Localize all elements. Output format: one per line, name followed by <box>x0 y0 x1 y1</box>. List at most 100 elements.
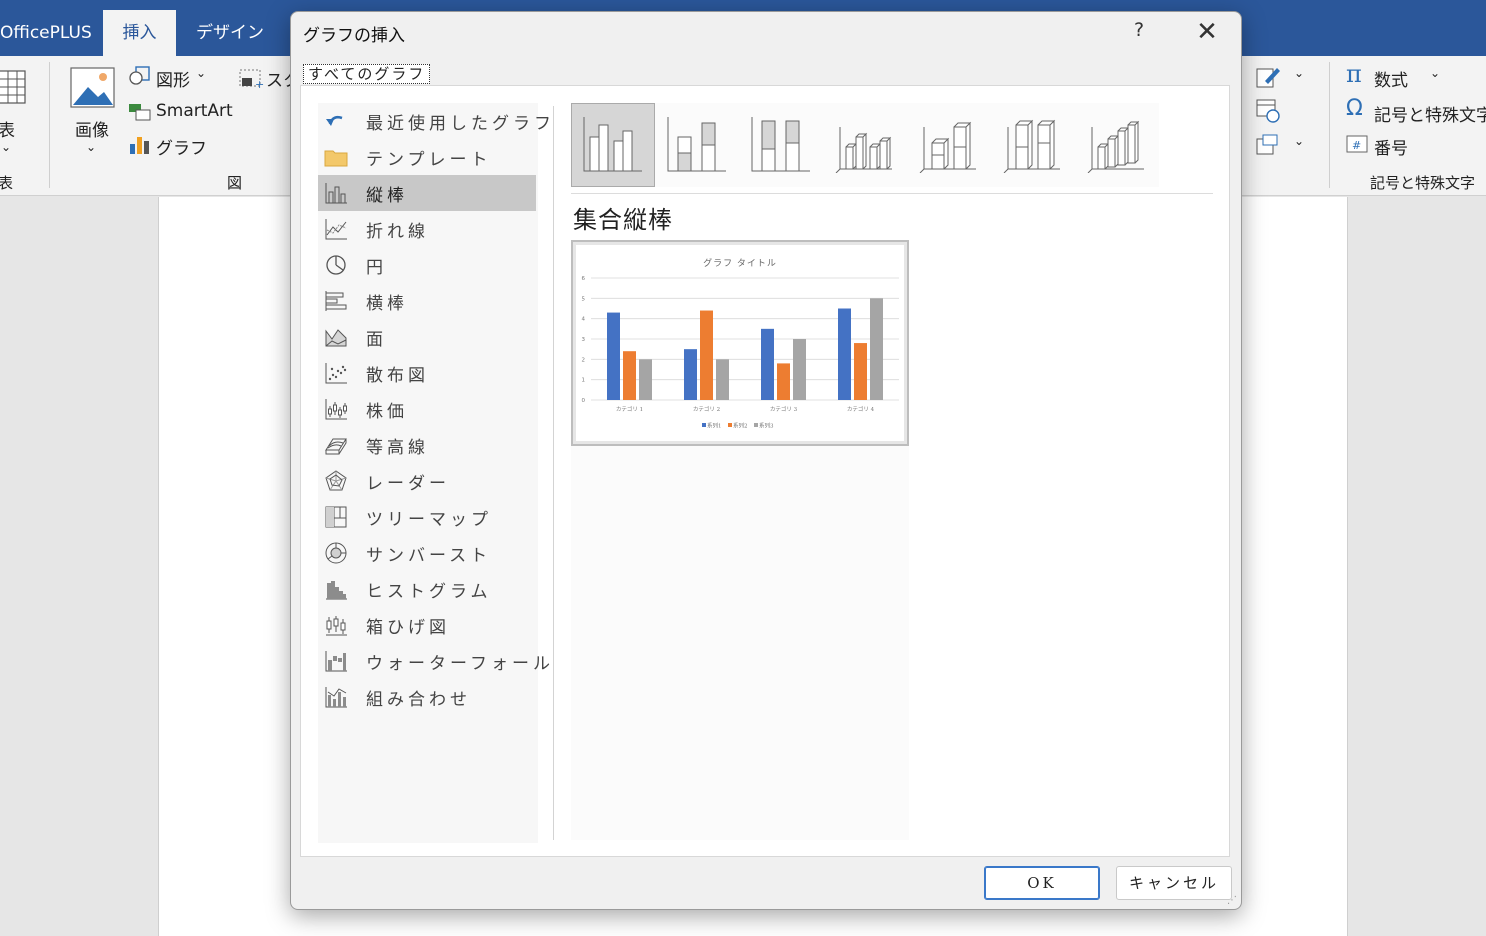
dialog-content-panel: 最近使用したグラフ テンプレート 縦棒 折れ線 円 横棒 面 散布図 株価 等高… <box>300 85 1230 857</box>
bar <box>854 343 867 400</box>
category-label: 折れ線 <box>366 221 429 242</box>
subtype-stacked-column[interactable] <box>655 103 739 187</box>
ok-button[interactable]: OK <box>984 866 1100 900</box>
bar <box>761 328 774 400</box>
area-chart-icon <box>324 326 348 348</box>
clustered-column-icon <box>583 117 642 172</box>
shapes-icon[interactable] <box>128 65 152 87</box>
bar <box>716 359 729 400</box>
edit-icon[interactable] <box>1255 65 1281 89</box>
3d-clustered-column-icon <box>835 127 892 173</box>
category-bar[interactable]: 横棒 <box>318 283 536 319</box>
category-label: 面 <box>366 329 387 350</box>
category-label: 縦棒 <box>366 185 408 206</box>
chevron-down-icon[interactable]: ⌄ <box>1 140 11 154</box>
tab-all-charts[interactable]: すべてのグラフ <box>303 64 431 84</box>
category-pie[interactable]: 円 <box>318 247 536 283</box>
category-label: 等高線 <box>366 437 429 458</box>
category-label: ウォーターフォール <box>366 653 554 674</box>
close-button[interactable]: ✕ <box>1191 15 1223 49</box>
cancel-button[interactable]: キャンセル <box>1116 866 1232 900</box>
category-histogram[interactable]: ヒストグラム <box>318 571 536 607</box>
chart-preview[interactable]: グラフ タイトル 0 1 2 3 4 5 6 カテゴリ 1 カテゴリ 2 カテゴリ 3 カテゴリ 4 系… <box>571 240 909 446</box>
column-chart-icon <box>324 182 348 204</box>
category-recent[interactable]: 最近使用したグラフ <box>318 103 551 139</box>
category-label: 横棒 <box>366 293 408 314</box>
svg-text:+: + <box>255 78 264 90</box>
category-line[interactable]: 折れ線 <box>318 211 536 247</box>
boxwhisker-icon <box>324 614 348 636</box>
chevron-down-icon[interactable]: ⌄ <box>86 140 96 154</box>
chevron-down-icon[interactable]: ⌄ <box>1430 66 1440 80</box>
category-label: ツリーマップ <box>366 509 492 530</box>
bar <box>838 308 851 400</box>
chevron-down-icon[interactable]: ⌄ <box>196 66 206 80</box>
y-tick-label: 0 <box>582 398 586 404</box>
shapes-button-label[interactable]: 図形 <box>156 66 190 91</box>
tab-design[interactable]: デザイン <box>178 10 282 56</box>
image-icon[interactable] <box>70 67 116 109</box>
legend-swatch <box>702 423 706 427</box>
subtype-3d-100-stacked-column[interactable] <box>991 103 1075 187</box>
subtype-3d-column[interactable] <box>1075 103 1159 187</box>
close-icon[interactable]: ✕ <box>1196 17 1218 47</box>
3d-stacked-column-icon <box>919 121 976 173</box>
number-icon[interactable]: # <box>1346 134 1370 156</box>
pi-icon[interactable]: π <box>1346 60 1362 88</box>
category-area[interactable]: 面 <box>318 319 536 355</box>
category-radar[interactable]: レーダー <box>318 463 536 499</box>
table-button-label[interactable]: 表 <box>0 116 15 141</box>
category-waterfall[interactable]: ウォーターフォール <box>318 643 550 679</box>
omega-icon[interactable]: Ω <box>1346 96 1363 121</box>
category-treemap[interactable]: ツリーマップ <box>318 499 536 535</box>
equation-button-label[interactable]: 数式 <box>1374 66 1408 91</box>
category-label: レーダー <box>366 473 450 494</box>
category-sunburst[interactable]: サンバースト <box>318 535 536 571</box>
bar <box>700 310 713 400</box>
bar-chart-icon <box>324 290 348 312</box>
ribbon-divider <box>1329 62 1330 188</box>
insert-chart-dialog: グラフの挿入 ? ✕ すべてのグラフ 最近使用したグラフ テンプレート 縦棒 折… <box>290 11 1242 910</box>
number-button-label[interactable]: 番号 <box>1374 134 1408 159</box>
category-label: 円 <box>366 257 387 278</box>
symbol-button-label[interactable]: 記号と特殊文字 <box>1374 101 1486 126</box>
subtype-3d-clustered-column[interactable] <box>823 103 907 187</box>
object-icon[interactable] <box>1255 133 1281 157</box>
smartart-button-label[interactable]: SmartArt <box>156 101 233 121</box>
subtype-100-stacked-column[interactable] <box>739 103 823 187</box>
smartart-icon[interactable] <box>128 100 152 122</box>
help-button[interactable]: ? <box>1129 19 1149 45</box>
datetime-icon[interactable] <box>1255 98 1281 124</box>
category-scatter[interactable]: 散布図 <box>318 355 536 391</box>
y-tick-label: 2 <box>582 357 586 363</box>
bar <box>607 312 620 400</box>
chevron-down-icon[interactable]: ⌄ <box>1294 66 1304 80</box>
category-combo[interactable]: 組み合わせ <box>318 679 536 715</box>
table-icon[interactable] <box>0 70 28 106</box>
category-template[interactable]: テンプレート <box>318 139 536 175</box>
category-surface[interactable]: 等高線 <box>318 427 536 463</box>
x-tick-label: カテゴリ 1 <box>616 405 643 413</box>
image-button-label[interactable]: 画像 <box>75 116 109 141</box>
bar <box>777 363 790 400</box>
surface-chart-icon <box>324 434 348 456</box>
subtype-clustered-column[interactable] <box>571 103 655 187</box>
category-stock[interactable]: 株価 <box>318 391 536 427</box>
subtype-title: 集合縦棒 <box>573 206 673 234</box>
category-boxwhisker[interactable]: 箱ひげ図 <box>318 607 536 643</box>
chart-title: グラフ タイトル <box>703 257 777 269</box>
radar-chart-icon <box>324 470 348 492</box>
resize-grip-icon[interactable]: ⋰ <box>1227 895 1237 906</box>
stock-chart-icon <box>324 398 348 420</box>
tab-insert[interactable]: 挿入 <box>103 10 176 56</box>
legend-label: 系列2 <box>733 422 748 430</box>
chart-icon[interactable] <box>128 134 152 156</box>
symbols-group-label: 記号と特殊文字 <box>1370 174 1476 192</box>
chart-button-label[interactable]: グラフ <box>156 134 207 159</box>
tab-officeplus[interactable]: OfficePLUS <box>0 10 110 56</box>
subtype-3d-stacked-column[interactable] <box>907 103 991 187</box>
category-column[interactable]: 縦棒 <box>318 175 536 211</box>
screenshot-icon[interactable]: + <box>238 68 264 90</box>
chevron-down-icon[interactable]: ⌄ <box>1294 134 1304 148</box>
bar <box>793 339 806 400</box>
